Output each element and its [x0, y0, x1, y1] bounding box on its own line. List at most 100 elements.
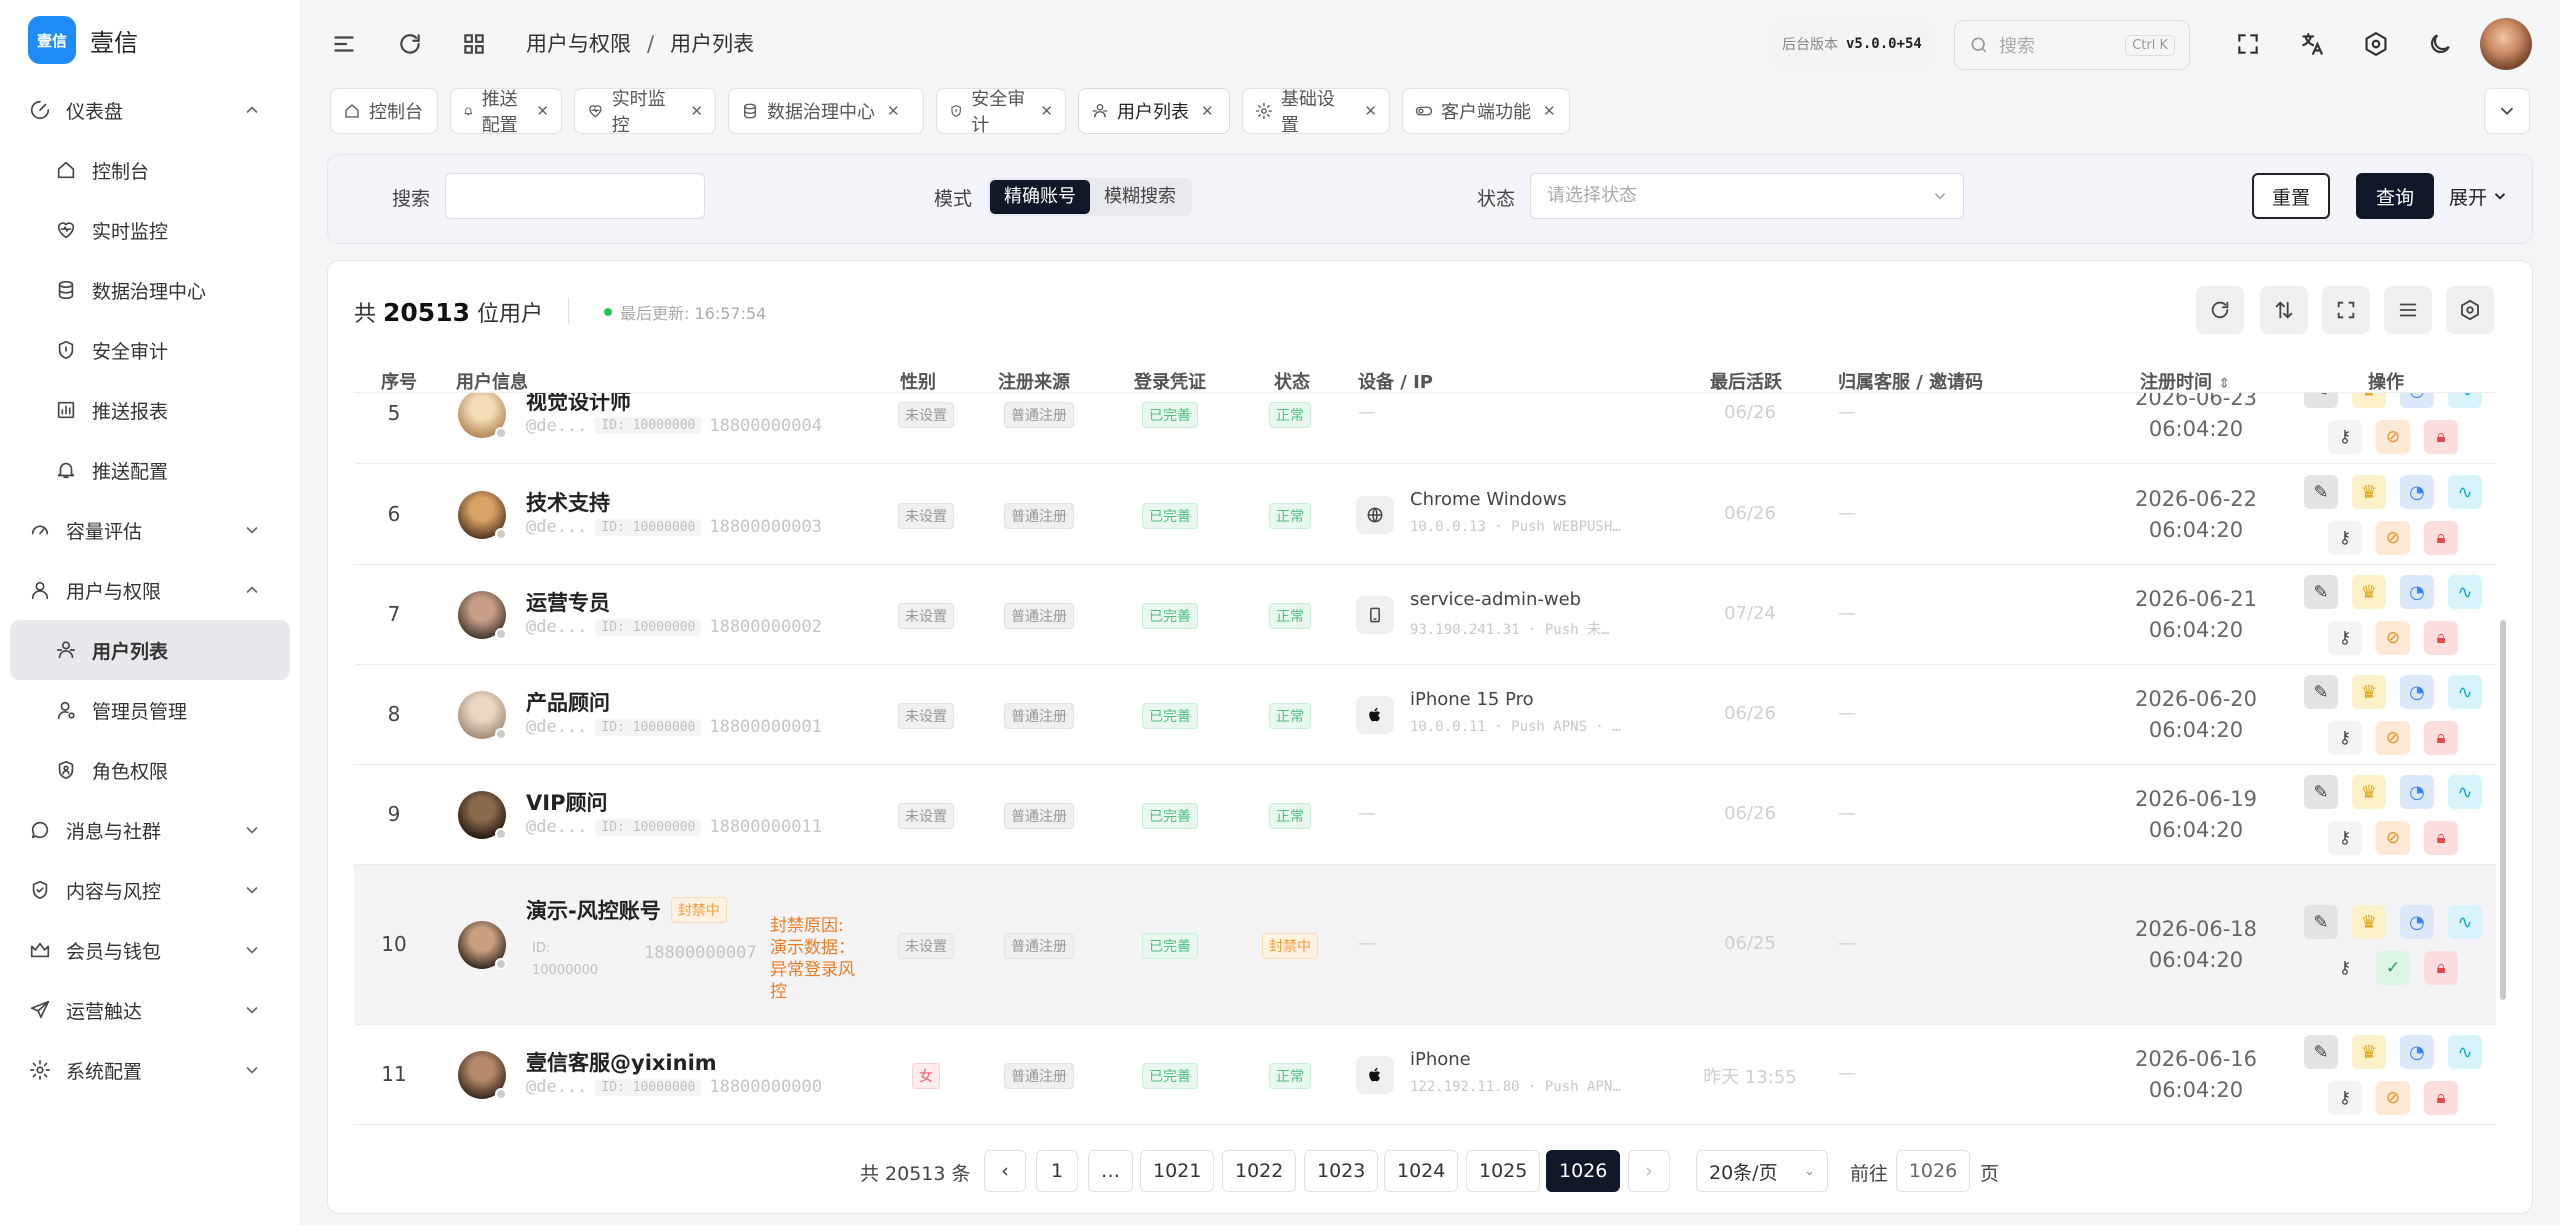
- expand-filters-button[interactable]: 展开: [2444, 173, 2514, 219]
- user-avatar[interactable]: [458, 791, 507, 840]
- breadcrumb-parent[interactable]: 用户与权限: [526, 32, 631, 56]
- chat-icon[interactable]: ◔: [2400, 775, 2434, 809]
- next-page-button[interactable]: ›: [1628, 1150, 1670, 1192]
- user-avatar[interactable]: [458, 691, 507, 740]
- edit-icon[interactable]: ✎: [2304, 675, 2338, 709]
- edit-icon[interactable]: ✎: [2304, 1035, 2338, 1069]
- tab-6[interactable]: 基础设置 ✕: [1242, 88, 1390, 136]
- sidebar-item-8[interactable]: 用户与权限: [10, 560, 290, 620]
- global-search[interactable]: 搜索 Ctrl K: [1954, 20, 2190, 70]
- edit-icon[interactable]: ✎: [2304, 393, 2338, 408]
- sidebar-item-4[interactable]: 安全审计: [10, 320, 290, 380]
- user-name[interactable]: 视觉设计师: [526, 393, 631, 416]
- page-button[interactable]: 1024: [1384, 1150, 1459, 1192]
- activity-icon[interactable]: ∿: [2448, 393, 2482, 408]
- key-icon[interactable]: ⚷: [2328, 419, 2362, 454]
- chat-icon[interactable]: ◔: [2400, 905, 2434, 939]
- lock-icon[interactable]: 🔒︎: [2424, 621, 2458, 655]
- mode-exact-option[interactable]: 精确账号: [990, 180, 1090, 214]
- query-button[interactable]: 查询: [2356, 173, 2434, 219]
- tab-5[interactable]: 用户列表 ✕: [1078, 88, 1230, 134]
- close-icon[interactable]: ✕: [1364, 102, 1377, 120]
- table-row[interactable]: 8 产品顾问 @de... ID: 10000000 18800000001 未设置 普通注…: [354, 665, 2496, 765]
- chat-icon[interactable]: ◔: [2400, 575, 2434, 609]
- close-icon[interactable]: ✕: [1543, 102, 1556, 120]
- app-logo[interactable]: 壹信 壹信: [28, 16, 138, 64]
- close-icon[interactable]: ✕: [1201, 102, 1214, 120]
- column-header-9[interactable]: 注册时间 ⇕: [2140, 368, 2230, 394]
- crown-icon[interactable]: ♛: [2352, 1035, 2386, 1069]
- activity-icon[interactable]: ∿: [2448, 905, 2482, 939]
- key-icon[interactable]: ⚷: [2328, 721, 2362, 755]
- activity-icon[interactable]: ∿: [2448, 675, 2482, 709]
- table-settings-button[interactable]: [2446, 286, 2494, 334]
- sidebar-item-2[interactable]: 实时监控: [10, 200, 290, 260]
- settings-button[interactable]: [2354, 22, 2398, 66]
- tab-3[interactable]: 数据治理中心 ✕: [728, 88, 924, 134]
- lock-icon[interactable]: 🔒︎: [2424, 951, 2458, 985]
- lock-icon[interactable]: 🔒︎: [2424, 821, 2458, 855]
- crown-icon[interactable]: ♛: [2352, 575, 2386, 609]
- ban-icon[interactable]: ⊘: [2376, 821, 2410, 855]
- language-button[interactable]: [2290, 22, 2334, 66]
- sidebar-item-1[interactable]: 控制台: [10, 140, 290, 200]
- tab-1[interactable]: 推送配置 ✕: [450, 88, 562, 136]
- sidebar-item-14[interactable]: 会员与钱包: [10, 920, 290, 980]
- lock-icon[interactable]: 🔒︎: [2424, 521, 2458, 555]
- reset-button[interactable]: 重置: [2252, 173, 2330, 219]
- crown-icon[interactable]: ♛: [2352, 675, 2386, 709]
- page-button[interactable]: 1025: [1466, 1150, 1541, 1192]
- ban-icon[interactable]: ⊘: [2376, 521, 2410, 555]
- lock-icon[interactable]: 🔒︎: [2424, 721, 2458, 755]
- user-avatar[interactable]: [458, 1051, 507, 1100]
- account-search-input[interactable]: [445, 173, 705, 219]
- user-name[interactable]: 演示-风控账号: [526, 895, 661, 925]
- ban-icon[interactable]: ⊘: [2376, 419, 2410, 454]
- sidebar-item-10[interactable]: 管理员管理: [10, 680, 290, 740]
- page-button[interactable]: 1026: [1546, 1150, 1621, 1192]
- sidebar-item-12[interactable]: 消息与社群: [10, 800, 290, 860]
- page-button[interactable]: …: [1088, 1150, 1133, 1192]
- sidebar-item-9[interactable]: 用户列表: [10, 620, 290, 680]
- lock-icon[interactable]: 🔒︎: [2424, 419, 2458, 454]
- user-avatar[interactable]: [458, 921, 507, 970]
- page-button[interactable]: 1: [1036, 1150, 1078, 1192]
- apps-button[interactable]: [452, 22, 496, 66]
- chat-icon[interactable]: ◔: [2400, 475, 2434, 509]
- table-row[interactable]: 6 技术支持 @de... ID: 10000000 18800000003 未设置 普通注…: [354, 465, 2496, 565]
- mode-fuzzy-option[interactable]: 模糊搜索: [1090, 180, 1190, 214]
- sidebar-item-7[interactable]: 容量评估: [10, 500, 290, 560]
- crown-icon[interactable]: ♛: [2352, 775, 2386, 809]
- close-icon[interactable]: ✕: [1040, 102, 1053, 120]
- tab-0[interactable]: 控制台: [330, 88, 438, 134]
- table-scrollbar[interactable]: [2500, 620, 2506, 1000]
- theme-toggle-button[interactable]: [2418, 22, 2462, 66]
- sidebar-item-15[interactable]: 运营触达: [10, 980, 290, 1040]
- user-name[interactable]: 运营专员: [526, 587, 610, 617]
- crown-icon[interactable]: ♛: [2352, 475, 2386, 509]
- chat-icon[interactable]: ◔: [2400, 393, 2434, 408]
- crown-icon[interactable]: ♛: [2352, 905, 2386, 939]
- edit-icon[interactable]: ✎: [2304, 475, 2338, 509]
- table-row[interactable]: 11 壹信客服@yixinim @de... ID: 10000000 18800000…: [354, 1025, 2496, 1125]
- user-avatar[interactable]: [458, 591, 507, 640]
- tab-7[interactable]: 客户端功能 ✕: [1402, 88, 1570, 134]
- key-icon[interactable]: ⚷: [2328, 521, 2362, 555]
- sidebar-item-5[interactable]: 推送报表: [10, 380, 290, 440]
- ban-icon[interactable]: ⊘: [2376, 721, 2410, 755]
- menu-toggle-button[interactable]: [322, 22, 366, 66]
- sidebar-item-13[interactable]: 内容与风控: [10, 860, 290, 920]
- activity-icon[interactable]: ∿: [2448, 775, 2482, 809]
- tab-2[interactable]: 实时监控 ✕: [574, 88, 716, 136]
- sidebar-item-3[interactable]: 数据治理中心: [10, 260, 290, 320]
- status-select[interactable]: 请选择状态: [1530, 173, 1964, 219]
- user-name[interactable]: VIP顾问: [526, 787, 607, 817]
- chat-icon[interactable]: ◔: [2400, 1035, 2434, 1069]
- key-icon[interactable]: ⚷: [2328, 951, 2362, 985]
- refresh-button[interactable]: [388, 22, 432, 66]
- crown-icon[interactable]: ♛: [2352, 393, 2386, 408]
- tab-4[interactable]: 安全审计 ✕: [936, 88, 1066, 136]
- activity-icon[interactable]: ∿: [2448, 1035, 2482, 1069]
- page-button[interactable]: 1023: [1304, 1150, 1379, 1192]
- page-button[interactable]: 1022: [1222, 1150, 1297, 1192]
